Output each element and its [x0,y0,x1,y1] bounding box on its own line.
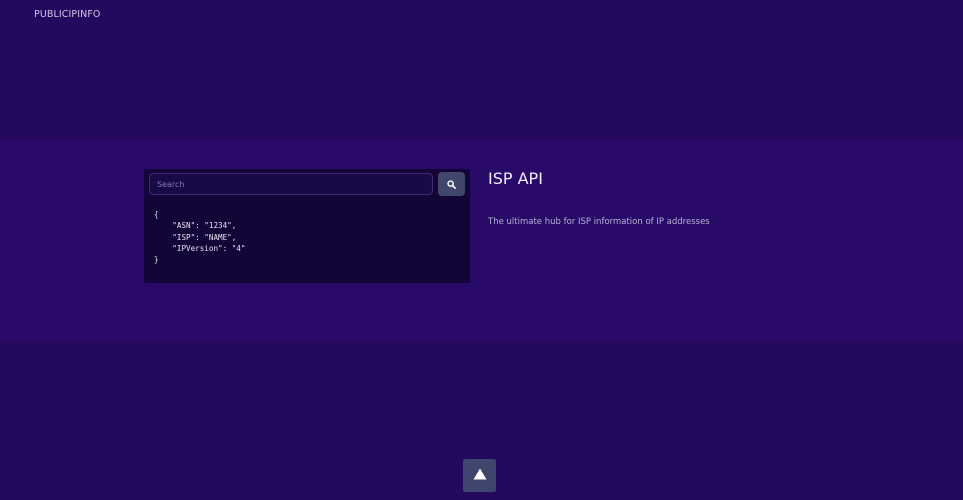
brand-logo[interactable]: PUBLICIPINFO [34,9,101,20]
page-title: ISP API [488,169,543,188]
search-icon [447,177,456,192]
search-input[interactable] [149,173,433,195]
page: PUBLICIPINFO { "ASN": "1234", "ISP": "NA… [0,0,963,500]
json-response-sample: { "ASN": "1234", "ISP": "NAME", "IPVersi… [154,209,245,265]
json-close-brace: } [154,255,159,265]
json-line-asn: "ASN": "1234", [172,221,237,231]
json-line-isp: "ISP": "NAME", [172,232,237,242]
triangle-up-icon [473,468,487,483]
search-button[interactable] [438,172,465,196]
page-description: The ultimate hub for ISP information of … [488,217,710,227]
api-demo-panel: { "ASN": "1234", "ISP": "NAME", "IPVersi… [144,169,470,283]
json-open-brace: { [154,210,159,219]
scroll-to-top-button[interactable] [463,459,496,492]
json-line-ipversion: "IPVersion": "4" [172,243,246,253]
